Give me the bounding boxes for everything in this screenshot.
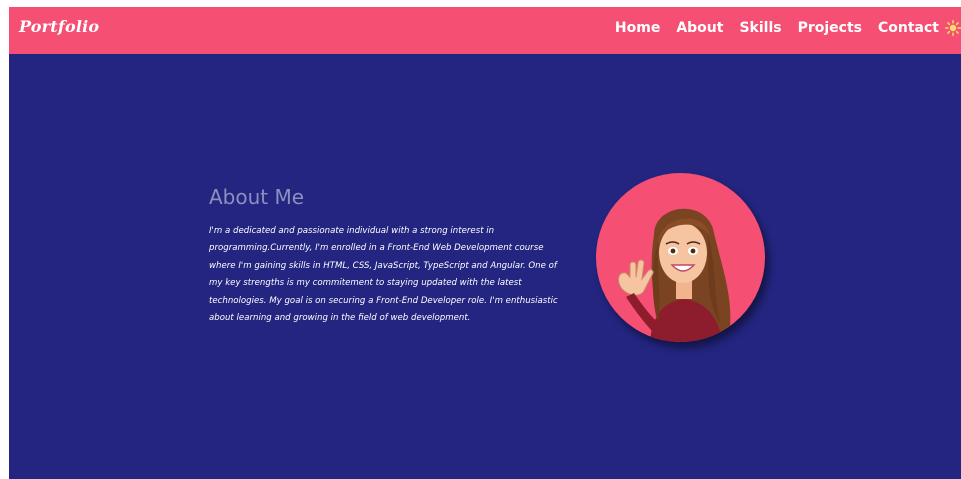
nav-about-link[interactable]: About [676,19,723,37]
page: Portfolio Home About Skills Projects Con… [9,7,961,479]
about-title: About Me [209,185,305,209]
nav-contact-link[interactable]: Contact [878,19,939,37]
nav-home-link[interactable]: Home [615,19,660,37]
avatar-illustration [618,208,731,342]
sun-icon[interactable] [945,20,961,36]
navbar: Portfolio Home About Skills Projects Con… [9,7,961,54]
about-description: I'm a dedicated and passionate individua… [209,226,558,324]
avatar [596,173,765,342]
nav-links: Home About Skills Projects Contact [615,19,939,37]
about-section: About Me I'm a dedicated and passionate … [209,185,559,327]
nav-projects-link[interactable]: Projects [798,19,862,37]
nav-skills-link[interactable]: Skills [739,19,781,37]
brand-logo[interactable]: Portfolio [19,17,99,36]
